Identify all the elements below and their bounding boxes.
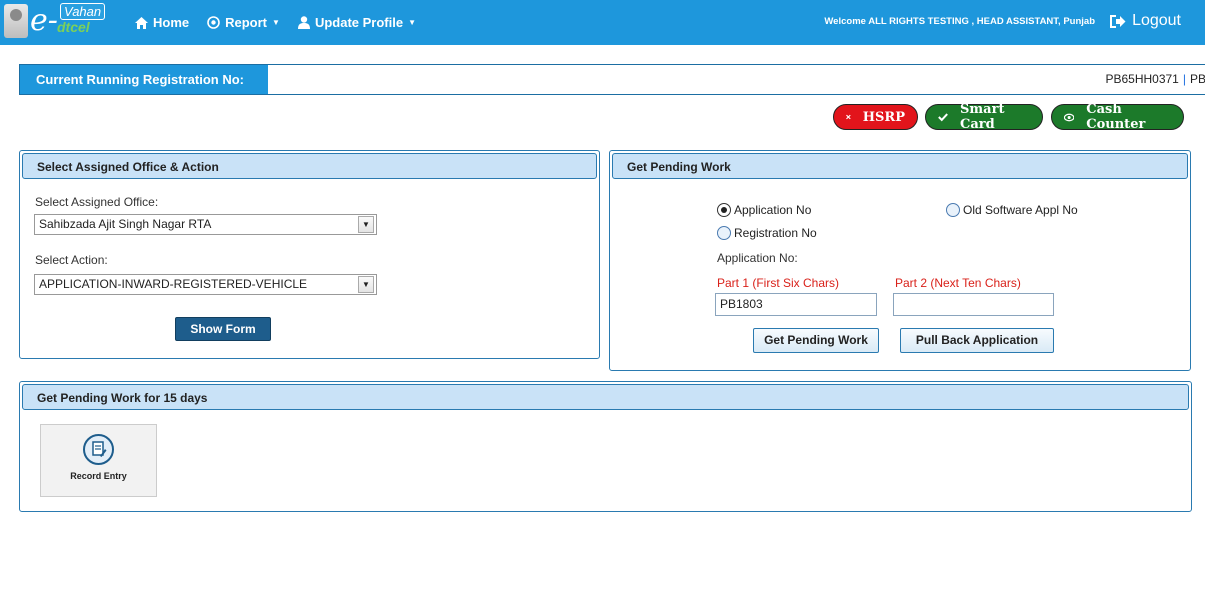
record-entry-label: Record Entry	[70, 471, 127, 481]
smart-card-label: Smart Card	[960, 102, 1005, 132]
dropdown-arrow-icon: ▼	[358, 276, 374, 293]
document-edit-icon	[83, 434, 114, 465]
nav-update-profile-label: Update Profile	[314, 15, 404, 30]
hsrp-label: HSRP	[862, 109, 905, 125]
nav-report-label: Report	[225, 15, 268, 30]
radio-registration-no[interactable]: Registration No	[717, 226, 817, 240]
office-select[interactable]: Sahibzada Ajit Singh Nagar RTA ▼	[34, 214, 377, 235]
evahan-logo[interactable]: e- Vahan dtcel	[4, 2, 124, 42]
radio-old-software-label: Old Software Appl No	[963, 203, 1078, 217]
office-select-value: Sahibzada Ajit Singh Nagar RTA	[39, 217, 212, 231]
pending-work-panel: Get Pending Work Application No Old Soft…	[609, 150, 1191, 371]
dropdown-arrow-icon: ▼	[358, 216, 374, 233]
hsrp-button[interactable]: HSRP	[833, 104, 918, 130]
logo-sub-text: dtcel	[57, 19, 90, 35]
action-label: Select Action:	[35, 253, 108, 267]
radio-registration-no-label: Registration No	[734, 226, 817, 240]
nav-home[interactable]: Home	[135, 15, 189, 30]
radio-old-software-button[interactable]	[946, 203, 960, 217]
current-registration-label: Current Running Registration No:	[20, 65, 268, 94]
chevron-down-icon: ▼	[408, 18, 416, 27]
logout-link[interactable]: Logout	[1109, 12, 1181, 30]
registration-number-cut: PB(	[1189, 72, 1205, 86]
main-nav: Home Report ▼ Update Profile ▼	[135, 0, 434, 45]
cash-counter-button[interactable]: Cash Counter	[1051, 102, 1184, 132]
close-icon	[846, 114, 851, 120]
assigned-office-panel: Select Assigned Office & Action Select A…	[19, 150, 600, 359]
current-registration-value: PB65HH0371|PB(	[1105, 65, 1205, 94]
logout-icon	[1110, 14, 1126, 28]
circle-arrow-icon	[207, 16, 220, 29]
application-no-label: Application No:	[717, 251, 798, 265]
registration-number: PB65HH0371	[1105, 72, 1179, 86]
radio-application-no[interactable]: Application No	[717, 203, 811, 217]
pending-15-days-panel: Get Pending Work for 15 days Record Entr…	[19, 381, 1192, 512]
part2-label: Part 2 (Next Ten Chars)	[895, 276, 1021, 290]
welcome-text: Welcome ALL RIGHTS TESTING , HEAD ASSIST…	[824, 16, 1095, 27]
action-select-value: APPLICATION-INWARD-REGISTERED-VEHICLE	[39, 277, 308, 291]
emblem-icon	[4, 4, 28, 38]
nav-update-profile[interactable]: Update Profile ▼	[297, 15, 416, 30]
get-pending-work-button[interactable]: Get Pending Work	[753, 328, 879, 353]
registration-separator: |	[1182, 72, 1186, 86]
pending-work-panel-title: Get Pending Work	[612, 153, 1188, 179]
part1-label: Part 1 (First Six Chars)	[717, 276, 840, 290]
home-icon	[135, 16, 148, 29]
pull-back-application-button[interactable]: Pull Back Application	[900, 328, 1054, 353]
top-navbar: e- Vahan dtcel Home Report ▼ Update Prof…	[0, 0, 1205, 45]
part1-input[interactable]: PB1803	[715, 293, 877, 316]
radio-application-no-label: Application No	[734, 203, 812, 217]
radio-old-software[interactable]: Old Software Appl No	[946, 203, 1078, 217]
current-registration-bar: Current Running Registration No: PB65HH0…	[19, 64, 1205, 95]
chevron-down-icon: ▼	[272, 18, 280, 27]
logo-vahan-text: Vahan	[60, 3, 106, 20]
radio-registration-no-button[interactable]	[717, 226, 731, 240]
eye-icon	[1064, 113, 1075, 121]
nav-home-label: Home	[153, 15, 190, 30]
user-icon	[297, 16, 310, 29]
logout-label: Logout	[1132, 12, 1181, 29]
pending-15-days-panel-title: Get Pending Work for 15 days	[22, 384, 1189, 410]
part2-input[interactable]	[893, 293, 1054, 316]
cash-counter-label: Cash Counter	[1086, 102, 1146, 132]
radio-application-no-button[interactable]	[717, 203, 731, 217]
action-select[interactable]: APPLICATION-INWARD-REGISTERED-VEHICLE ▼	[34, 274, 377, 295]
smart-card-button[interactable]: Smart Card	[925, 102, 1043, 132]
nav-report[interactable]: Report ▼	[207, 15, 280, 30]
show-form-button[interactable]: Show Form	[175, 317, 271, 341]
logo-e-text: e-	[30, 3, 58, 38]
assigned-office-panel-title: Select Assigned Office & Action	[22, 153, 597, 179]
check-icon	[938, 113, 948, 122]
record-entry-tile[interactable]: Record Entry	[40, 424, 157, 497]
office-label: Select Assigned Office:	[35, 195, 159, 209]
